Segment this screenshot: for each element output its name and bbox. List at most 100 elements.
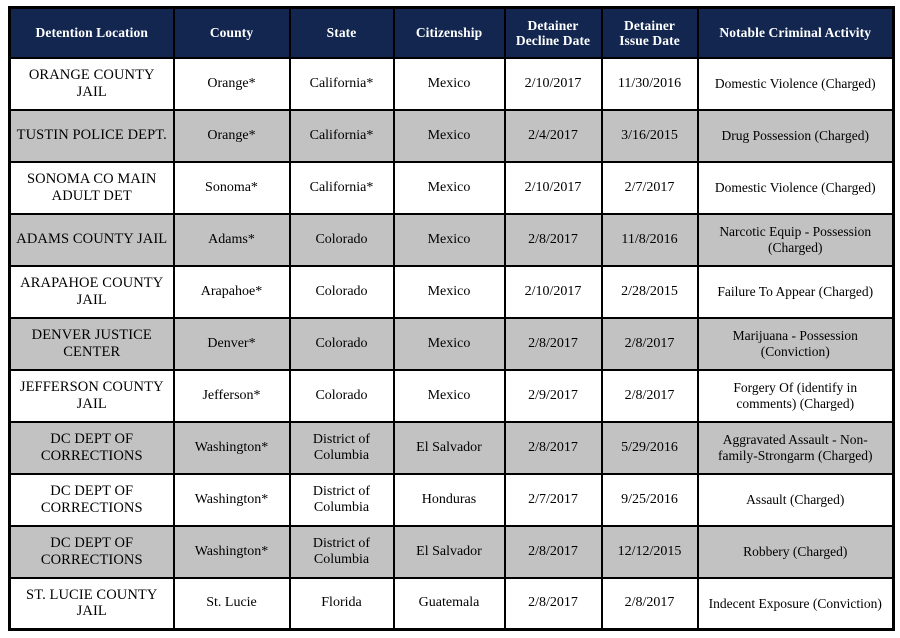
cell-notable-criminal-activity: Indecent Exposure (Conviction): [696, 576, 895, 631]
cell-detainer-decline-date: 2/10/2017: [503, 160, 603, 215]
column-header-label-line2: Decline Date: [515, 32, 591, 48]
cell-citizenship: El Salvador: [392, 524, 506, 579]
cell-detainer-issue-date: 2/8/2017: [600, 316, 699, 371]
cell-notable-criminal-activity: Aggravated Assault - Non-family-Strongar…: [696, 420, 895, 475]
cell-state: District of Columbia: [288, 420, 395, 475]
cell-detention-location: DC DEPT OF CORRECTIONS: [8, 524, 175, 579]
cell-detainer-issue-date: 2/8/2017: [600, 576, 699, 631]
cell-county: Orange*: [172, 108, 291, 163]
cell-detention-location: DENVER JUSTICE CENTER: [8, 316, 175, 371]
cell-detainer-decline-date: 2/8/2017: [503, 524, 603, 579]
table-row: ADAMS COUNTY JAIL Adams* Colorado Mexico 2/8…: [8, 212, 895, 267]
cell-detainer-decline-date: 2/4/2017: [503, 108, 603, 163]
cell-citizenship: Mexico: [392, 212, 506, 267]
cell-state: Colorado: [288, 212, 395, 267]
cell-notable-criminal-activity: Forgery Of (identify in comments) (Charg…: [696, 368, 895, 423]
column-header-label: Citizenship: [415, 25, 483, 41]
cell-state: California*: [288, 56, 395, 111]
cell-county: Orange*: [172, 56, 291, 111]
table-row: JEFFERSON COUNTY JAIL Jefferson* Colorado M…: [8, 368, 895, 423]
cell-detainer-issue-date: 5/29/2016: [600, 420, 699, 475]
table-row: DENVER JUSTICE CENTER Denver* Colorado Mexi…: [8, 316, 895, 371]
cell-state: Colorado: [288, 368, 395, 423]
cell-detainer-issue-date: 2/7/2017: [600, 160, 699, 215]
cell-citizenship: Mexico: [392, 264, 506, 319]
detainer-declined-table: Detention Location County State Citizens…: [8, 6, 895, 631]
column-header-label: Notable Criminal Activity: [719, 25, 872, 41]
cell-county: Washington*: [172, 472, 291, 527]
column-header-label: County: [209, 25, 254, 41]
cell-county: Adams*: [172, 212, 291, 267]
column-header-detention-location: Detention Location: [8, 6, 175, 59]
column-header-label: Detention Location: [35, 25, 148, 41]
cell-detainer-decline-date: 2/9/2017: [503, 368, 603, 423]
cell-detainer-issue-date: 2/28/2015: [600, 264, 699, 319]
cell-detainer-decline-date: 2/8/2017: [503, 212, 603, 267]
column-header-label-line1: Detainer: [623, 17, 676, 33]
detainer-table-container: Detention Location County State Citizens…: [8, 6, 895, 631]
table-header-row: Detention Location County State Citizens…: [8, 6, 895, 59]
cell-notable-criminal-activity: Assault (Charged): [696, 472, 895, 527]
page-root: Detention Location County State Citizens…: [0, 0, 900, 638]
cell-detention-location: DC DEPT OF CORRECTIONS: [8, 420, 175, 475]
table-row: ORANGE COUNTY JAIL Orange* California* Mexi…: [8, 56, 895, 111]
cell-detention-location: ADAMS COUNTY JAIL: [8, 212, 175, 267]
cell-county: Washington*: [172, 420, 291, 475]
cell-citizenship: Mexico: [392, 56, 506, 111]
cell-notable-criminal-activity: Narcotic Equip - Possession (Charged): [696, 212, 895, 267]
cell-detention-location: DC DEPT OF CORRECTIONS: [8, 472, 175, 527]
cell-citizenship: Guatemala: [392, 576, 506, 631]
cell-detention-location: ORANGE COUNTY JAIL: [8, 56, 175, 111]
cell-citizenship: El Salvador: [392, 420, 506, 475]
cell-detainer-decline-date: 2/8/2017: [503, 420, 603, 475]
column-header-label: State: [326, 25, 357, 41]
cell-county: St. Lucie: [172, 576, 291, 631]
cell-notable-criminal-activity: Drug Possession (Charged): [696, 108, 895, 163]
cell-state: District of Columbia: [288, 472, 395, 527]
cell-detainer-decline-date: 2/8/2017: [503, 576, 603, 631]
column-header-state: State: [288, 6, 395, 59]
cell-detainer-issue-date: 2/8/2017: [600, 368, 699, 423]
cell-notable-criminal-activity: Domestic Violence (Charged): [696, 56, 895, 111]
cell-state: Colorado: [288, 264, 395, 319]
cell-notable-criminal-activity: Marijuana - Possession (Conviction): [696, 316, 895, 371]
table-row: DC DEPT OF CORRECTIONS Washington* Distric…: [8, 472, 895, 527]
cell-notable-criminal-activity: Robbery (Charged): [696, 524, 895, 579]
column-header-notable-criminal-activity: Notable Criminal Activity: [696, 6, 895, 59]
column-header-citizenship: Citizenship: [392, 6, 506, 59]
cell-state: Colorado: [288, 316, 395, 371]
table-header: Detention Location County State Citizens…: [8, 6, 895, 59]
table-row: ST. LUCIE COUNTY JAIL St. Lucie Florida Gua…: [8, 576, 895, 631]
cell-county: Washington*: [172, 524, 291, 579]
cell-detainer-issue-date: 11/8/2016: [600, 212, 699, 267]
cell-detainer-issue-date: 3/16/2015: [600, 108, 699, 163]
cell-detainer-issue-date: 9/25/2016: [600, 472, 699, 527]
cell-state: District of Columbia: [288, 524, 395, 579]
column-header-detainer-issue-date: Detainer Issue Date: [600, 6, 699, 59]
table-body: ORANGE COUNTY JAIL Orange* California* Mexi…: [8, 56, 895, 631]
cell-state: Florida: [288, 576, 395, 631]
cell-state: California*: [288, 108, 395, 163]
table-row: DC DEPT OF CORRECTIONS Washington* Distric…: [8, 524, 895, 579]
cell-detention-location: JEFFERSON COUNTY JAIL: [8, 368, 175, 423]
column-header-label-line1: Detainer: [527, 17, 579, 33]
cell-detainer-decline-date: 2/7/2017: [503, 472, 603, 527]
cell-detainer-decline-date: 2/10/2017: [503, 264, 603, 319]
column-header-label-line2: Issue Date: [619, 32, 680, 48]
cell-detention-location: ST. LUCIE COUNTY JAIL: [8, 576, 175, 631]
cell-notable-criminal-activity: Failure To Appear (Charged): [696, 264, 895, 319]
cell-detainer-issue-date: 11/30/2016: [600, 56, 699, 111]
cell-detention-location: TUSTIN POLICE DEPT.: [8, 108, 175, 163]
table-row: DC DEPT OF CORRECTIONS Washington* Distric…: [8, 420, 895, 475]
cell-notable-criminal-activity: Domestic Violence (Charged): [696, 160, 895, 215]
cell-citizenship: Mexico: [392, 160, 506, 215]
cell-citizenship: Mexico: [392, 316, 506, 371]
cell-detention-location: ARAPAHOE COUNTY JAIL: [8, 264, 175, 319]
table-row: TUSTIN POLICE DEPT. Orange* California* Mex…: [8, 108, 895, 163]
column-header-detainer-decline-date: Detainer Decline Date: [503, 6, 603, 59]
table-row: ARAPAHOE COUNTY JAIL Arapahoe* Colorado Mex…: [8, 264, 895, 319]
column-header-county: County: [172, 6, 291, 59]
cell-citizenship: Mexico: [392, 108, 506, 163]
cell-detention-location: SONOMA CO MAIN ADULT DET: [8, 160, 175, 215]
cell-county: Denver*: [172, 316, 291, 371]
